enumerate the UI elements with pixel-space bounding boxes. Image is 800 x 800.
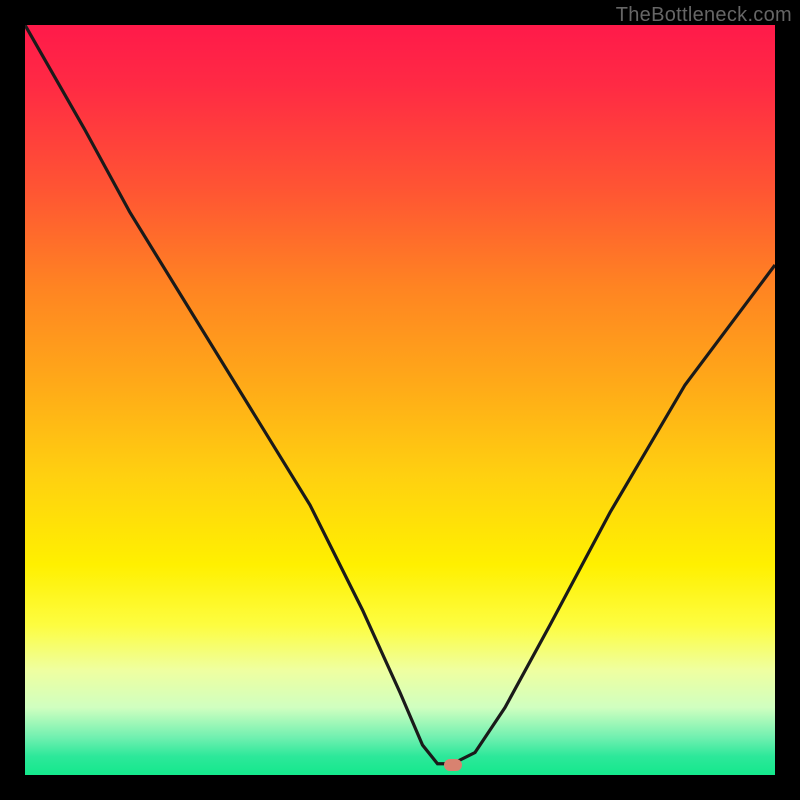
watermark-text: TheBottleneck.com: [616, 4, 792, 27]
bottleneck-curve: [25, 25, 775, 764]
chart-plot-area: [25, 25, 775, 775]
optimal-marker-dot: [444, 759, 462, 771]
chart-curve-svg: [25, 25, 775, 775]
